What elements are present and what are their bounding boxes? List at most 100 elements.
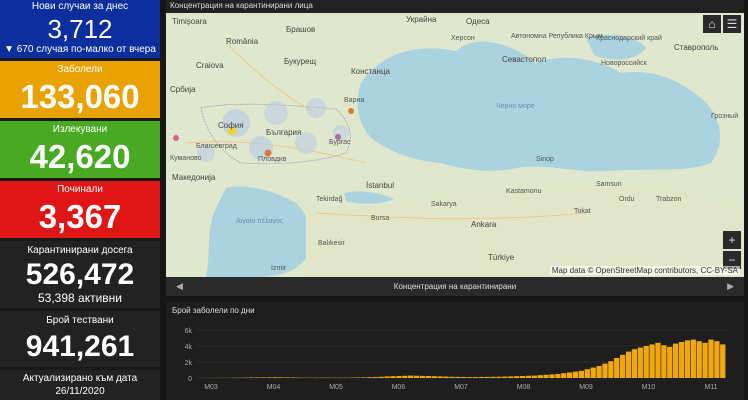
chart-bar[interactable] bbox=[419, 375, 426, 378]
chart-bar[interactable] bbox=[549, 374, 555, 378]
chart-bar[interactable] bbox=[472, 377, 479, 378]
chart-bar[interactable] bbox=[631, 349, 638, 378]
chart-bar[interactable] bbox=[478, 376, 484, 378]
chart-bar[interactable] bbox=[266, 377, 272, 378]
chart-bar[interactable] bbox=[425, 376, 431, 378]
chart-bar[interactable] bbox=[537, 375, 543, 378]
chart-bar[interactable] bbox=[384, 376, 390, 378]
chart-bar[interactable] bbox=[561, 373, 567, 378]
chart-bar[interactable] bbox=[720, 344, 726, 378]
map-label-turkiye: Türkiye bbox=[488, 253, 515, 262]
chart-bar[interactable] bbox=[608, 361, 614, 378]
chart-bar[interactable] bbox=[413, 375, 420, 378]
tested-card: Брой тествани 941,261 bbox=[0, 311, 160, 367]
chart-bar[interactable] bbox=[443, 376, 449, 378]
chart-xtick-label: M07 bbox=[454, 384, 468, 391]
chart-bar[interactable] bbox=[708, 339, 714, 378]
chart-bar[interactable] bbox=[455, 376, 461, 378]
map-label-kherson: Херсон bbox=[451, 35, 475, 42]
map-label-bucuresti: Букурещ bbox=[284, 57, 317, 66]
chart-bar[interactable] bbox=[567, 372, 573, 378]
chart-bar[interactable] bbox=[496, 376, 502, 378]
chart-bar[interactable] bbox=[667, 346, 673, 378]
chart-bar[interactable] bbox=[602, 363, 608, 378]
map-label-aegean: Αιγαίο πέλαγος bbox=[236, 218, 284, 225]
map-basemap bbox=[166, 13, 744, 277]
chart-bar[interactable] bbox=[519, 376, 526, 378]
map-label-kumanovo: Куманово bbox=[170, 155, 202, 162]
chart-bar[interactable] bbox=[714, 341, 720, 378]
chart-bar[interactable] bbox=[696, 341, 702, 378]
chart-bar[interactable] bbox=[402, 375, 408, 378]
map-label-sevastopol: Севастопол bbox=[502, 55, 547, 64]
chart-bar[interactable] bbox=[484, 376, 490, 378]
tested-value: 941,261 bbox=[25, 330, 135, 363]
chart-bar[interactable] bbox=[366, 377, 373, 378]
map-label-plovdiv: Пловдив bbox=[258, 156, 287, 163]
chart-bar[interactable] bbox=[661, 345, 667, 378]
sick-card: Заболели 133,060 bbox=[0, 61, 160, 118]
chart-bar[interactable] bbox=[260, 377, 267, 378]
sick-label: Заболели bbox=[57, 64, 103, 75]
next-arrow-icon[interactable]: ▶ bbox=[727, 277, 734, 296]
chart-bar[interactable] bbox=[590, 367, 596, 378]
chart-bar[interactable] bbox=[702, 342, 708, 378]
map-label-bulgaria: България bbox=[266, 128, 302, 137]
map-label-bursa: Bursa bbox=[371, 215, 390, 222]
chart-bar[interactable] bbox=[431, 376, 437, 378]
map-label-istanbul: İstanbul bbox=[366, 181, 395, 190]
chart-bar[interactable] bbox=[673, 343, 679, 378]
quarantined-card: Карантинирани досега 526,472 53,398 акти… bbox=[0, 241, 160, 308]
healed-label: Излекувани bbox=[52, 124, 108, 135]
chart-bar[interactable] bbox=[278, 377, 284, 378]
chart-bar[interactable] bbox=[690, 339, 696, 378]
chart-bar[interactable] bbox=[572, 371, 579, 378]
chart-bar[interactable] bbox=[531, 375, 537, 378]
chart-bar[interactable] bbox=[378, 376, 384, 378]
chart-bar[interactable] bbox=[514, 376, 520, 378]
updated-label: Актуализирано към дата bbox=[22, 373, 138, 384]
chart-bar[interactable] bbox=[614, 358, 620, 378]
chart-bar[interactable] bbox=[390, 376, 396, 378]
map-label-sinop: Sinop bbox=[536, 156, 554, 163]
chart-bar[interactable] bbox=[490, 376, 496, 378]
healed-value: 42,620 bbox=[29, 138, 131, 175]
chart-bar[interactable] bbox=[408, 375, 414, 378]
chart-bar[interactable] bbox=[543, 374, 549, 378]
chart-bar[interactable] bbox=[360, 377, 367, 378]
map-label-izmir: İzmir bbox=[271, 265, 287, 272]
chart-bar[interactable] bbox=[466, 377, 473, 378]
layer-list-button[interactable]: ☰ bbox=[723, 15, 741, 33]
chart-bar[interactable] bbox=[655, 342, 661, 378]
chart-bar[interactable] bbox=[508, 376, 514, 378]
chart-bar[interactable] bbox=[502, 376, 508, 378]
chart-bar[interactable] bbox=[625, 351, 632, 378]
chart-bar[interactable] bbox=[637, 347, 643, 378]
map-view[interactable]: Timișoara Брашов Украйна Одеса Автономна… bbox=[166, 13, 744, 277]
chart-bar[interactable] bbox=[584, 369, 590, 378]
chart-bar[interactable] bbox=[555, 374, 561, 378]
map-label-makedonija: Македонија bbox=[172, 173, 216, 182]
chart-bar[interactable] bbox=[678, 342, 685, 378]
chart-bar[interactable] bbox=[437, 376, 443, 378]
map-label-romania: România bbox=[226, 37, 259, 46]
chart-bar[interactable] bbox=[372, 377, 378, 378]
home-button[interactable]: ⌂ bbox=[703, 15, 721, 33]
chart-bar[interactable] bbox=[254, 377, 261, 378]
chart-bar[interactable] bbox=[596, 366, 602, 378]
chart-bar[interactable] bbox=[396, 376, 402, 378]
chart-bar[interactable] bbox=[649, 344, 655, 378]
chart-xtick-label: M10 bbox=[642, 384, 656, 391]
chart-bar[interactable] bbox=[525, 375, 532, 378]
chart-bar[interactable] bbox=[578, 370, 585, 378]
chart-bar[interactable] bbox=[620, 354, 626, 378]
map-label-varna: Варна bbox=[344, 97, 365, 104]
chart-bar[interactable] bbox=[684, 340, 691, 378]
chart-bar[interactable] bbox=[461, 376, 467, 378]
chart-bar[interactable] bbox=[272, 377, 278, 378]
chart-bar[interactable] bbox=[449, 376, 455, 378]
chart-bar[interactable] bbox=[284, 377, 290, 378]
zoom-in-button[interactable]: + bbox=[723, 231, 741, 249]
chart-bar[interactable] bbox=[643, 346, 649, 378]
chart-ytick-label: 4k bbox=[185, 344, 193, 351]
